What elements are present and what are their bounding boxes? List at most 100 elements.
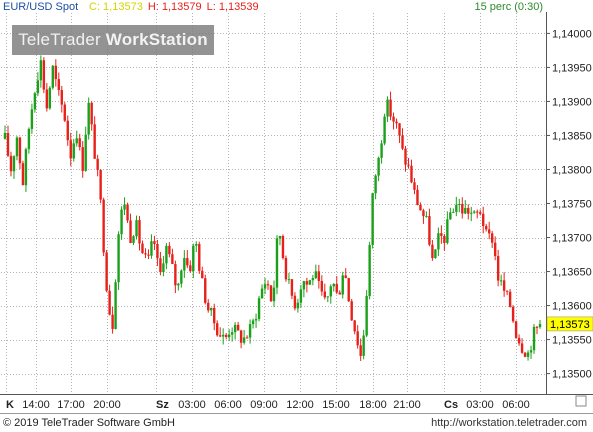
candle-body [296, 302, 300, 309]
candle-body [476, 211, 479, 213]
y-tick-label: 1,13600 [552, 301, 592, 313]
candle-body [368, 244, 371, 297]
candle-body [204, 278, 207, 303]
candle-body [505, 290, 509, 292]
candle-body [171, 254, 174, 265]
candle-body [233, 324, 237, 333]
candle-body [138, 220, 141, 244]
high-value: H: 1,13579 [147, 1, 202, 13]
candle-body [428, 216, 431, 245]
x-tick-label: 18:00 [359, 399, 387, 411]
x-tick-label: 12:00 [286, 399, 314, 411]
candle-body [302, 281, 306, 290]
teletrader-watermark: TeleTrader WorkStation [12, 25, 214, 55]
candle-body [299, 289, 303, 303]
interval-label[interactable]: 15 perc (0:30) [475, 1, 543, 13]
candle-body [490, 233, 494, 243]
candle-body [386, 99, 389, 117]
candle-body [141, 243, 144, 254]
candle-body [117, 234, 120, 283]
candle-body [257, 298, 261, 320]
candle-body [353, 320, 356, 332]
candle-body [278, 236, 282, 239]
candle-body [440, 233, 443, 236]
website-link[interactable]: http://workstation.teletrader.com [431, 417, 587, 429]
candle-body [470, 212, 473, 214]
candle-body [87, 102, 90, 135]
candle-body [210, 307, 213, 311]
candle-body [168, 245, 171, 255]
candle-body [102, 199, 105, 253]
candle-body [216, 323, 219, 336]
candle-body [150, 241, 153, 256]
candle-body [18, 137, 22, 164]
candle-body [338, 292, 341, 295]
candle-body [446, 219, 449, 244]
candle-body [236, 324, 240, 331]
candle-body [538, 323, 542, 328]
candle-body [42, 60, 46, 90]
candle-body [3, 133, 7, 139]
candle-body [479, 212, 482, 214]
candle-body [398, 123, 401, 136]
candle-body [195, 244, 198, 246]
candle-body [431, 244, 434, 259]
candle-body [392, 116, 395, 122]
candle-body [374, 175, 377, 194]
candle-body [105, 252, 108, 291]
candle-body [63, 104, 66, 121]
candle-body [281, 236, 285, 259]
candle-body [425, 216, 428, 218]
candle-body [293, 295, 297, 309]
y-tick-label: 1,13700 [552, 233, 592, 245]
candle-body [165, 245, 168, 264]
candle-body [473, 211, 476, 213]
candle-body [529, 350, 533, 353]
candle-body [332, 283, 335, 287]
candle-body [239, 330, 243, 343]
candle-body [502, 280, 506, 291]
candle-body [242, 337, 246, 343]
candle-body [401, 135, 404, 149]
candle-body [96, 158, 99, 170]
candle-body [126, 204, 129, 221]
candle-body [72, 143, 75, 159]
low-value: L: 1,13539 [206, 1, 259, 13]
candle-body [120, 209, 123, 235]
candle-body [245, 337, 249, 339]
candle-body [284, 258, 288, 280]
candle-body [308, 280, 312, 285]
y-tick-label: 1,13950 [552, 62, 592, 74]
y-tick-label: 1,13800 [552, 164, 592, 176]
price-chart[interactable]: 1,14000 1,13950 1,13900 1,13850 1,13800 1,137… [0, 0, 593, 431]
candle-body [12, 156, 16, 172]
candle-body [323, 291, 327, 298]
candle-body [416, 189, 419, 206]
candle-body [269, 285, 273, 302]
candle-body [33, 93, 37, 110]
candle-body [275, 238, 279, 288]
y-tick-label: 1,13650 [552, 267, 592, 279]
candle-body [496, 256, 500, 281]
candle-body [48, 87, 52, 109]
candle-body [30, 109, 34, 129]
candle-body [455, 204, 458, 212]
candle-body [174, 264, 177, 286]
candle-body [144, 253, 147, 255]
y-tick-label: 1,13550 [552, 335, 592, 347]
candle-body [81, 147, 84, 171]
y-tick-label: 1,13900 [552, 96, 592, 108]
candle-body [75, 138, 78, 144]
candle-body [263, 284, 267, 289]
candle-body [523, 352, 527, 357]
candle-body [230, 332, 234, 335]
candle-body [224, 334, 228, 337]
candle-body [135, 220, 138, 237]
candle-body [362, 335, 365, 356]
candle-body [132, 236, 135, 243]
candle-body [371, 193, 374, 245]
x-tick-label: Cs [444, 399, 458, 411]
candle-body [6, 133, 10, 156]
x-tick-label: 20:00 [93, 399, 121, 411]
candle-body [36, 80, 40, 94]
